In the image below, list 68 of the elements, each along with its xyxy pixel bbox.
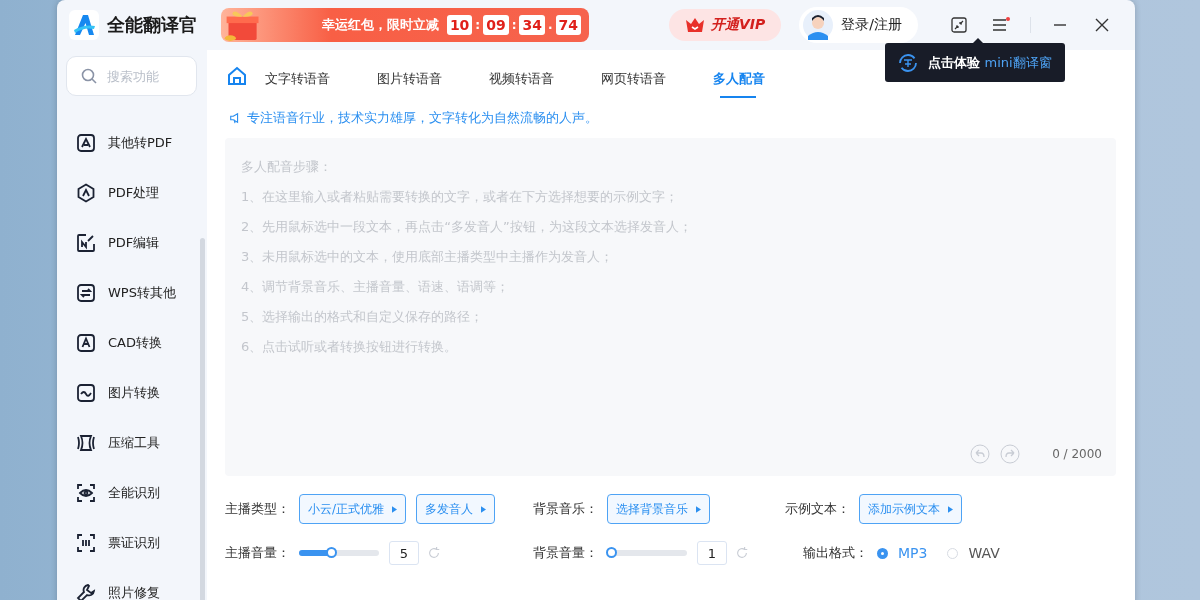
image-icon [76, 383, 96, 403]
tagline-text: 专注语音行业，技术实力雄厚，文字转化为自然流畅的人声。 [247, 109, 598, 127]
sidebar-item[interactable]: PDF编辑 [66, 218, 197, 268]
output-format-label: 输出格式： [803, 544, 869, 562]
home-icon[interactable] [227, 66, 247, 86]
compress-icon [76, 433, 96, 453]
anchor-volume-slider[interactable] [299, 550, 379, 556]
sidebar-item[interactable]: 图片转换 [66, 368, 197, 418]
bg-music-label: 背景音乐： [533, 500, 599, 518]
sidebar-item[interactable]: WPS转其他 [66, 268, 197, 318]
countdown-digits: 09 [483, 15, 509, 35]
barcode-scan-icon [76, 533, 96, 553]
shrink-window-icon[interactable] [951, 17, 967, 33]
close-icon[interactable] [1094, 17, 1110, 33]
wrench-icon [76, 583, 96, 600]
sidebar-item[interactable]: PDF处理 [66, 168, 197, 218]
countdown-digits: 34 [519, 15, 545, 35]
tab[interactable]: 文字转语音 [265, 70, 377, 98]
translate-icon [898, 52, 918, 73]
search-field[interactable]: 搜索功能 [66, 56, 197, 96]
volume-value-field[interactable]: 1 [697, 541, 727, 565]
vip-button[interactable]: 开通VIP [668, 9, 782, 41]
character-counter: 0 / 2000 [1052, 447, 1102, 461]
caret-icon [948, 505, 953, 513]
countdown-separator: . [547, 18, 553, 32]
eye-scan-icon [76, 483, 96, 503]
countdown-digits: 10 [446, 15, 473, 35]
caret-icon [696, 505, 701, 513]
megaphone-icon [229, 112, 241, 124]
hexagon-icon [76, 183, 96, 203]
app-title: 全能翻译官 [107, 13, 197, 37]
format-radio[interactable]: WAV [947, 545, 1000, 561]
menu-icon[interactable] [992, 17, 1010, 33]
sidebar-item[interactable]: CAD转换 [66, 318, 197, 368]
avatar-icon [803, 10, 834, 40]
anchor-volume-label: 主播音量： [225, 544, 291, 562]
promo-banner[interactable]: 幸运红包，限时立减 10 : 09 : 34 . 74 [221, 8, 589, 42]
caret-icon [481, 505, 487, 513]
bg-volume-label: 背景音量： [533, 544, 599, 562]
tab[interactable]: 多人配音 [713, 70, 825, 98]
sidebar-item[interactable]: 照片修复 [66, 568, 197, 600]
anchor-type-label: 主播类型： [225, 500, 291, 518]
reset-icon[interactable] [735, 546, 749, 560]
search-icon [81, 68, 97, 84]
bg-volume-slider[interactable] [607, 550, 687, 556]
countdown-separator: : [511, 18, 517, 32]
sidebar-item[interactable]: 票证识别 [66, 518, 197, 568]
document-icon [76, 133, 96, 153]
app-logo-icon [69, 10, 99, 40]
reset-icon[interactable] [427, 546, 441, 560]
login-button[interactable]: 登录/注册 [799, 7, 918, 43]
countdown-separator: : [475, 18, 481, 32]
edit-icon [76, 233, 96, 253]
letter-frame-icon [76, 333, 96, 353]
crown-icon [684, 17, 705, 33]
tab[interactable]: 网页转语音 [601, 70, 713, 98]
caret-icon [392, 505, 398, 513]
promo-text: 幸运红包，限时立减 [321, 16, 439, 34]
sidebar-item[interactable]: 压缩工具 [66, 418, 197, 468]
tab[interactable]: 图片转语音 [377, 70, 489, 98]
sample-text-label: 示例文本： [785, 500, 851, 518]
tooltip-text: 点击体验 mini翻译窗 [928, 53, 1052, 72]
countdown-digits: 74 [555, 15, 581, 35]
sidebar-item[interactable]: 全能识别 [66, 468, 197, 518]
swap-icon [76, 283, 96, 303]
sidebar-item[interactable]: 其他转PDF [66, 118, 197, 168]
tab[interactable]: 视频转语音 [489, 70, 601, 98]
volume-value-field[interactable]: 5 [389, 541, 419, 565]
